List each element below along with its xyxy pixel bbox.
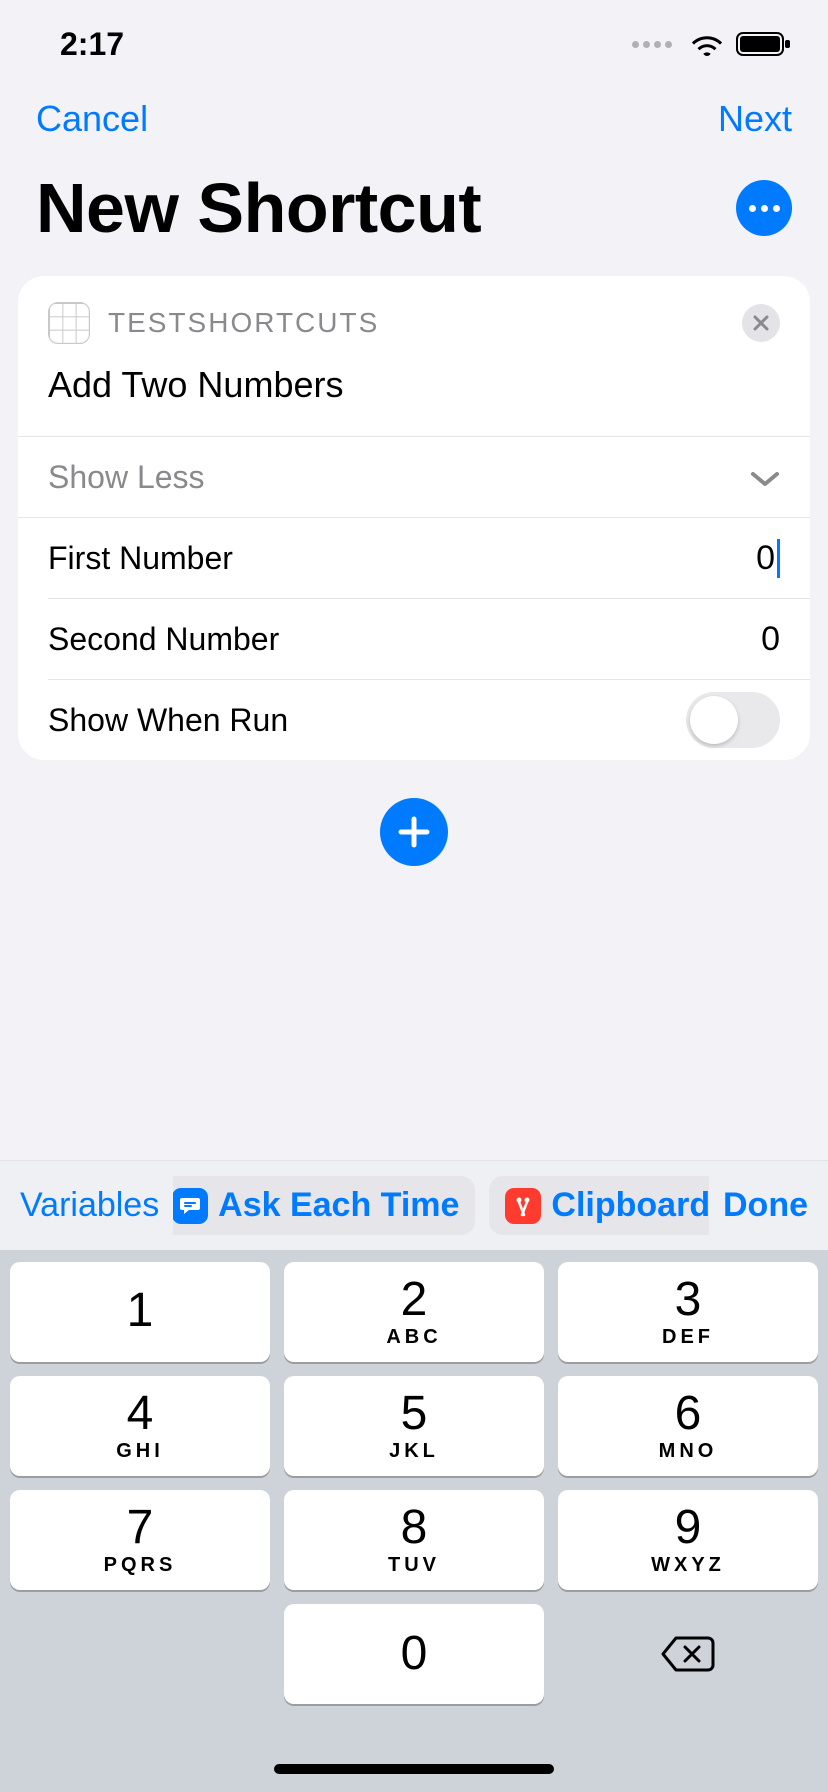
second-number-input[interactable]: [620, 620, 780, 659]
show-less-label: Show Less: [48, 459, 205, 496]
action-card: TESTSHORTCUTS Add Two Numbers Show Less …: [18, 276, 810, 760]
status-time: 2:17: [60, 26, 124, 63]
key-4[interactable]: 4GHI: [10, 1376, 270, 1476]
status-bar: 2:17: [0, 0, 828, 88]
title-row: New Shortcut: [0, 148, 828, 276]
app-name-label: TESTSHORTCUTS: [108, 307, 724, 339]
app-icon: [48, 302, 90, 344]
key-6[interactable]: 6MNO: [558, 1376, 818, 1476]
key-blank: [10, 1604, 270, 1704]
keyboard-accessory-bar: Variables Ask Each Time Clipboard Done: [0, 1160, 828, 1250]
status-indicators: [632, 31, 792, 57]
show-less-toggle[interactable]: Show Less: [18, 437, 810, 517]
backspace-icon: [660, 1634, 716, 1674]
clipboard-chip[interactable]: Clipboard: [489, 1176, 709, 1235]
keyboard-area: Variables Ask Each Time Clipboard Done 1…: [0, 1160, 828, 1792]
variables-button[interactable]: Variables: [20, 1186, 159, 1225]
ask-each-time-label: Ask Each Time: [218, 1186, 459, 1225]
show-when-run-toggle[interactable]: [686, 692, 780, 748]
wifi-icon: [690, 31, 724, 57]
action-card-header: TESTSHORTCUTS: [18, 276, 810, 354]
nav-bar: Cancel Next: [0, 88, 828, 148]
show-when-run-row: Show When Run: [18, 680, 810, 760]
more-button[interactable]: [736, 180, 792, 236]
first-number-input[interactable]: [620, 539, 780, 578]
key-3[interactable]: 3DEF: [558, 1262, 818, 1362]
key-5[interactable]: 5JKL: [284, 1376, 544, 1476]
chevron-down-icon: [750, 459, 780, 496]
key-0[interactable]: 0: [284, 1604, 544, 1704]
battery-icon: [736, 31, 792, 57]
second-number-row: Second Number: [18, 599, 810, 679]
first-number-row: First Number: [18, 518, 810, 598]
number-keypad: 1 2ABC 3DEF 4GHI 5JKL 6MNO 7PQRS 8TUV 9W…: [0, 1250, 828, 1722]
show-when-run-label: Show When Run: [48, 702, 288, 739]
next-button[interactable]: Next: [718, 98, 792, 140]
page-title: New Shortcut: [36, 168, 481, 248]
key-backspace[interactable]: [558, 1604, 818, 1704]
ask-icon: [173, 1188, 208, 1224]
close-icon: [752, 314, 770, 332]
key-2[interactable]: 2ABC: [284, 1262, 544, 1362]
clipboard-label: Clipboard: [551, 1186, 709, 1225]
key-9[interactable]: 9WXYZ: [558, 1490, 818, 1590]
key-1[interactable]: 1: [10, 1262, 270, 1362]
plus-icon: [397, 815, 431, 849]
cellular-dots-icon: [632, 41, 672, 48]
done-button[interactable]: Done: [723, 1186, 808, 1225]
action-title: Add Two Numbers: [18, 354, 810, 436]
second-number-label: Second Number: [48, 621, 279, 658]
first-number-label: First Number: [48, 540, 233, 577]
key-8[interactable]: 8TUV: [284, 1490, 544, 1590]
add-action-button[interactable]: [380, 798, 448, 866]
key-7[interactable]: 7PQRS: [10, 1490, 270, 1590]
remove-action-button[interactable]: [742, 304, 780, 342]
home-indicator: [0, 1722, 828, 1792]
clipboard-icon: [505, 1188, 541, 1224]
cancel-button[interactable]: Cancel: [36, 98, 148, 140]
ask-each-time-chip[interactable]: Ask Each Time: [173, 1176, 475, 1235]
